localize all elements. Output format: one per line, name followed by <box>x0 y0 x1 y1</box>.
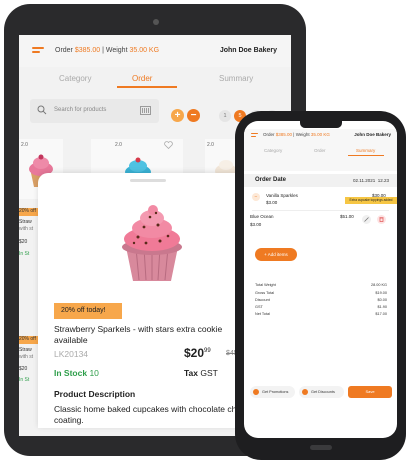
phone-device: Order $385.00 | Weight 35.00 KG John Doe… <box>235 111 406 460</box>
summary-value: $0.00 <box>377 298 387 302</box>
weight-label: | Weight <box>292 132 311 137</box>
add-items-button[interactable]: + Add items <box>255 248 297 261</box>
order-date: 02.11.2021 <box>353 178 376 183</box>
tab-summary[interactable]: Summary <box>219 74 253 83</box>
tax-info: Tax GST <box>184 368 218 378</box>
tablet-header: Order $385.00 | Weight 35.00 KG John Doe… <box>19 35 291 67</box>
phone-header: Order $385.00 | Weight 35.00 KG John Doe… <box>244 129 397 171</box>
save-button[interactable]: Save <box>348 386 392 398</box>
summary-row: GST $1.90 <box>255 305 387 309</box>
tax-label: Tax <box>184 368 199 378</box>
tax-value: GST <box>200 368 218 378</box>
active-tab-indicator <box>348 155 384 156</box>
summary-value: $19.00 <box>375 291 387 295</box>
divider <box>252 210 389 211</box>
order-summary-text: Order $385.00 | Weight 35.00 KG <box>55 47 159 54</box>
menu-icon[interactable] <box>32 47 44 56</box>
item-name: Blue Ocean <box>250 214 274 219</box>
remove-item-button[interactable]: − <box>252 193 260 201</box>
card-price: 2.0 <box>21 142 28 148</box>
summary-label: Discount <box>255 298 270 302</box>
discounts-label: Get Discounts <box>311 390 335 394</box>
active-tab-indicator <box>117 86 177 88</box>
store-name: John Doe Bakery <box>354 132 391 137</box>
search-placeholder: Search for products <box>54 107 107 113</box>
edit-icon[interactable] <box>362 215 371 224</box>
item-name: Vanilla Sparkles <box>266 193 298 198</box>
phone-notch <box>300 121 342 128</box>
promotions-label: Get Promotions <box>262 390 289 394</box>
summary-label: Gross Total <box>255 291 275 295</box>
order-label: Order <box>263 132 276 137</box>
stock-count: 10 <box>89 368 99 378</box>
summary-label: Total Weight <box>255 283 276 287</box>
item-unit-price: $3.00 <box>266 200 278 205</box>
order-amount: $385.00 <box>74 47 101 54</box>
summary-row: Net Total $17.00 <box>255 312 387 316</box>
promotions-icon <box>253 389 259 395</box>
summary-row: Gross Total $19.00 <box>255 291 387 295</box>
weight-value: 35.00 KG <box>129 47 160 54</box>
remove-quantity-button[interactable]: − <box>187 109 200 122</box>
product-detail-sheet: 20% off today! Strawberry Sparkels - wit… <box>38 173 258 428</box>
phone-screen: Order $385.00 | Weight 35.00 KG John Doe… <box>244 121 397 438</box>
card-price: 2.0 <box>207 142 214 148</box>
tab-category[interactable]: Category <box>59 74 91 83</box>
tab-category[interactable]: Category <box>264 148 282 153</box>
description-text: Classic home baked cupcakes with chocola… <box>54 404 248 425</box>
size-option[interactable]: 1 <box>219 110 231 122</box>
summary-row: Discount $0.00 <box>255 298 387 302</box>
menu-icon[interactable] <box>251 133 258 138</box>
tab-summary[interactable]: Summary <box>356 148 375 153</box>
summary-value: $1.90 <box>377 305 387 309</box>
price-cents: 99 <box>204 348 211 354</box>
barcode-icon[interactable] <box>140 106 151 115</box>
add-quantity-button[interactable]: + <box>171 109 184 122</box>
order-date-value: 02.11.2021 12.23 <box>353 178 389 183</box>
summary-value: 28.00 KG <box>370 283 387 287</box>
tab-order[interactable]: Order <box>132 74 152 83</box>
search-input[interactable]: Search for products <box>30 99 159 123</box>
phone-footer: Get Promotions Get Discounts Save <box>244 381 397 403</box>
store-name: John Doe Bakery <box>219 47 277 54</box>
get-promotions-button[interactable]: Get Promotions <box>250 386 295 398</box>
discount-badge: 20% off today! <box>54 303 122 319</box>
delete-icon[interactable] <box>377 215 386 224</box>
phone-home-button[interactable] <box>310 445 332 450</box>
product-image <box>122 205 182 281</box>
order-summary-text: Order $385.00 | Weight 35.00 KG <box>263 132 330 137</box>
order-time: 12.23 <box>377 178 389 183</box>
item-unit-price: $3.00 <box>250 222 262 227</box>
product-price: $2099 <box>184 346 211 360</box>
description-heading: Product Description <box>54 389 136 399</box>
order-date-label: Order Date <box>255 177 287 183</box>
order-label: Order <box>55 47 75 54</box>
summary-row: Total Weight 28.00 KG <box>255 283 387 287</box>
order-date-bar: Order Date 02.11.2021 12.23 <box>244 174 397 187</box>
get-discounts-button[interactable]: Get Discounts <box>299 386 344 398</box>
card-price: 2.0 <box>115 142 122 148</box>
product-sku: LK20134 <box>54 349 89 359</box>
tab-order[interactable]: Order <box>314 148 326 153</box>
summary-value: $17.00 <box>375 312 387 316</box>
tablet-camera <box>153 19 159 25</box>
summary-label: Net Total <box>255 312 270 316</box>
product-title: Strawberry Sparkels - with stars extra c… <box>54 324 223 345</box>
sheet-handle[interactable] <box>130 179 166 182</box>
toppings-tooltip: Extra cupcake toppings added <box>345 197 397 204</box>
weight-value: 35.00 KG <box>310 132 330 137</box>
weight-label: | Weight <box>100 47 130 54</box>
discounts-icon <box>302 389 308 395</box>
stock-status: In Stock 10 <box>54 368 99 378</box>
heart-icon[interactable] <box>164 141 173 149</box>
stock-label: In Stock <box>54 368 88 378</box>
search-icon <box>37 105 47 115</box>
summary-label: GST <box>255 305 263 309</box>
item-total: $51.00 <box>340 214 354 219</box>
order-amount: $385.00 <box>275 132 293 137</box>
price-dollars: $20 <box>184 346 205 360</box>
